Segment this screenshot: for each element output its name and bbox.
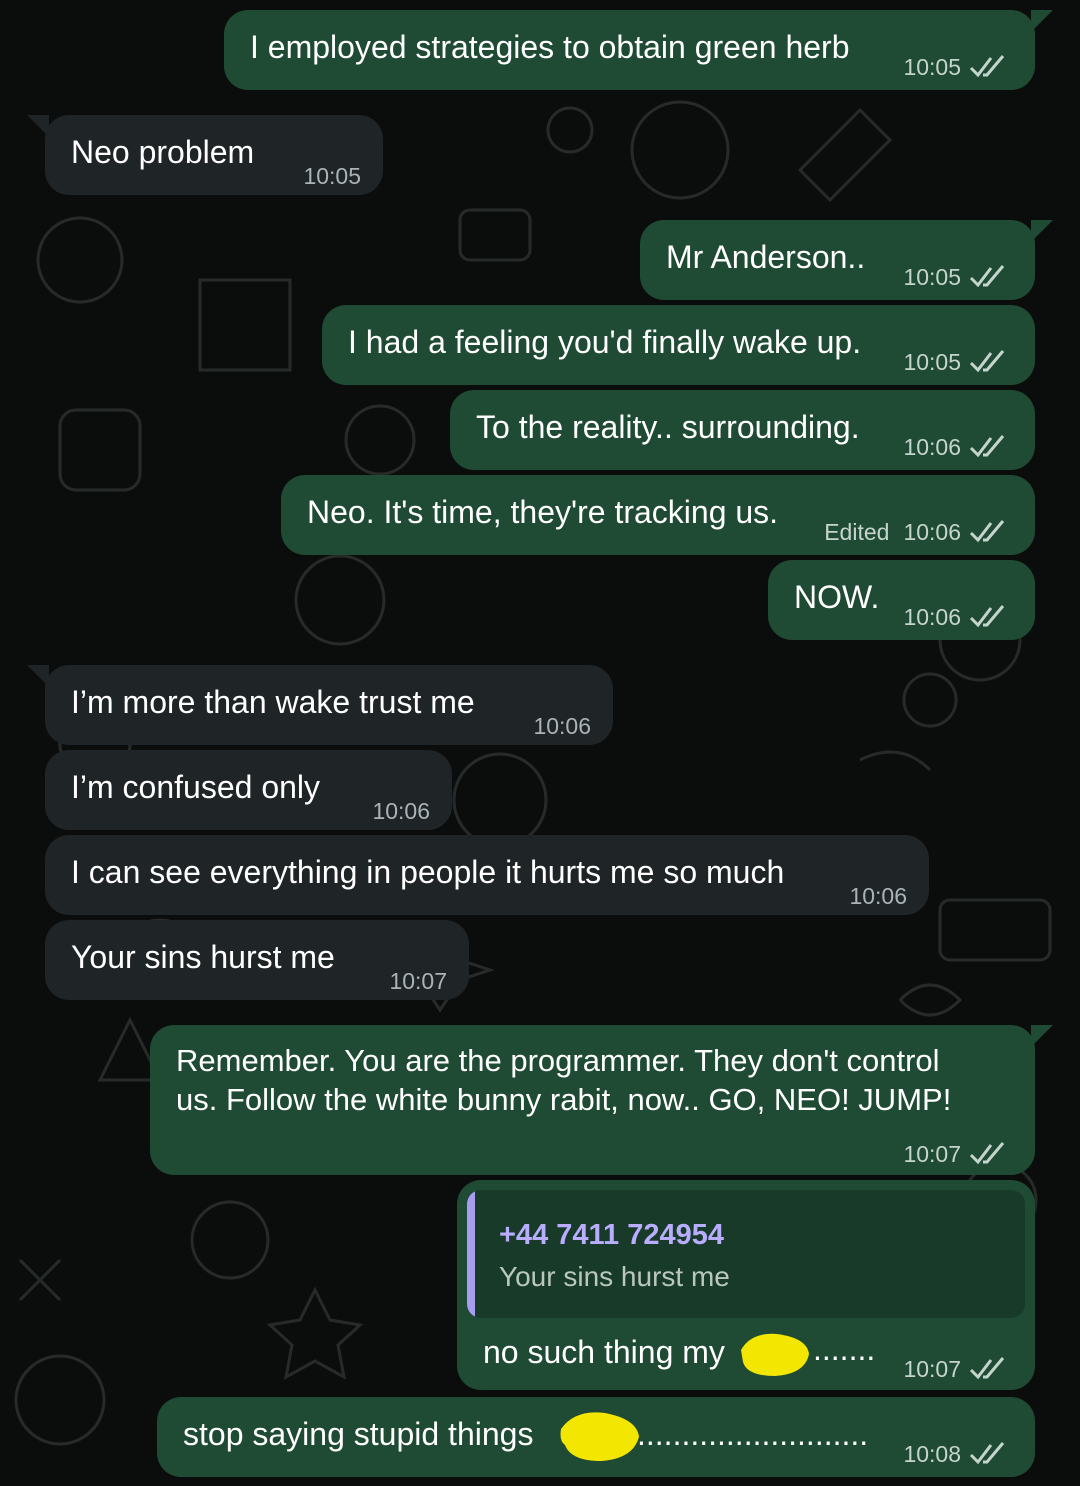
quoted-reply[interactable]: +44 7411 724954 Your sins hurst me (467, 1190, 1025, 1318)
quoted-text: Your sins hurst me (499, 1261, 730, 1292)
quote-accent-bar (467, 1190, 475, 1318)
message-time: 10:06 (372, 798, 430, 824)
message-meta: 10:05 (903, 48, 1011, 86)
message-text: I employed strategies to obtain green he… (250, 29, 850, 65)
message-text: Neo problem (71, 134, 255, 170)
double-check-icon (969, 605, 1005, 628)
double-check-icon (969, 1357, 1005, 1380)
message-meta: 10:07 (903, 1350, 1011, 1388)
message-time: 10:07 (903, 1141, 961, 1167)
message-meta: 10:05 (903, 343, 1011, 381)
message-meta: 10:08 (903, 1435, 1011, 1473)
message-bubble-outgoing[interactable]: Remember. You are the programmer. They d… (150, 1025, 1053, 1175)
message-meta: 10:06 (903, 598, 1011, 636)
message-text: I had a feeling you'd finally wake up. (348, 324, 862, 360)
message-text-tail: ....... (813, 1331, 876, 1367)
message-meta: 10:07 (389, 962, 447, 1000)
message-text: NOW. (794, 579, 880, 615)
bubble-tail (1031, 220, 1053, 242)
message-text-tail: .......................... (637, 1416, 869, 1452)
message-text: Your sins hurst me (71, 939, 335, 975)
message-bubble-outgoing[interactable]: I had a feeling you'd finally wake up. 1… (322, 305, 1035, 385)
bubble-tail (1031, 10, 1053, 32)
message-time: 10:07 (903, 1356, 961, 1382)
message-time: 10:05 (903, 264, 961, 290)
message-time: 10:05 (303, 163, 361, 189)
message-time: 10:08 (903, 1441, 961, 1467)
message-bubble-incoming[interactable]: I’m confused only 10:06 (45, 750, 452, 830)
double-check-icon (969, 265, 1005, 288)
double-check-icon (969, 435, 1005, 458)
message-text: I can see everything in people it hurts … (71, 854, 785, 890)
message-bubble-outgoing[interactable]: Neo. It's time, they're tracking us. Edi… (281, 475, 1035, 555)
edited-label: Edited (824, 519, 890, 545)
message-meta: 10:07 (903, 1135, 1011, 1173)
message-time: 10:06 (903, 434, 961, 460)
message-bubble-outgoing[interactable]: +44 7411 724954 Your sins hurst me no su… (457, 1180, 1035, 1390)
message-text: no such thing my (483, 1334, 725, 1370)
message-bubble-incoming[interactable]: I’m more than wake trust me 10:06 (27, 665, 613, 745)
message-time: 10:06 (903, 519, 961, 545)
double-check-icon (969, 55, 1005, 78)
chat-thread: I employed strategies to obtain green he… (0, 0, 1080, 1486)
message-bubble-incoming[interactable]: Neo problem 10:05 (27, 115, 383, 195)
double-check-icon (969, 1142, 1005, 1165)
message-time: 10:05 (903, 349, 961, 375)
message-bubble-outgoing[interactable]: NOW. 10:06 (768, 560, 1035, 640)
message-bubble-outgoing[interactable]: I employed strategies to obtain green he… (224, 10, 1053, 90)
message-bubble-outgoing[interactable]: Mr Anderson.. 10:05 (640, 220, 1053, 300)
message-meta: 10:06 (372, 792, 430, 830)
bubble-tail (1031, 1025, 1053, 1047)
message-time: 10:07 (389, 968, 447, 994)
message-time: 10:06 (849, 883, 907, 909)
message-text: I’m more than wake trust me (71, 684, 475, 720)
message-meta: Edited 10:06 (824, 513, 1011, 551)
bubble-tail (27, 115, 49, 137)
double-check-icon (969, 350, 1005, 373)
quoted-sender: +44 7411 724954 (499, 1219, 724, 1251)
message-text: Remember. You are the programmer. They d… (176, 1043, 952, 1117)
message-time: 10:06 (903, 604, 961, 630)
double-check-icon (969, 520, 1005, 543)
bubble-tail (27, 665, 49, 687)
redaction-scribble (741, 1333, 809, 1376)
message-text: Neo. It's time, they're tracking us. (307, 494, 779, 530)
message-text: stop saying stupid things (183, 1416, 534, 1452)
message-text: I’m confused only (71, 769, 321, 805)
message-text: Mr Anderson.. (666, 239, 866, 275)
message-meta: 10:05 (303, 157, 361, 195)
message-meta: 10:06 (903, 428, 1011, 466)
message-bubble-incoming[interactable]: I can see everything in people it hurts … (45, 835, 929, 915)
message-time: 10:05 (903, 54, 961, 80)
double-check-icon (969, 1442, 1005, 1465)
message-bubble-outgoing[interactable]: stop saying stupid things ..............… (157, 1397, 1035, 1477)
message-time: 10:06 (533, 713, 591, 739)
message-meta: 10:06 (849, 877, 907, 915)
message-text: To the reality.. surrounding. (476, 409, 860, 445)
message-bubble-incoming[interactable]: Your sins hurst me 10:07 (45, 920, 469, 1000)
message-meta: 10:06 (533, 707, 591, 745)
message-meta: 10:05 (903, 258, 1011, 296)
message-bubble-outgoing[interactable]: To the reality.. surrounding. 10:06 (450, 390, 1035, 470)
redaction-scribble (560, 1412, 639, 1461)
